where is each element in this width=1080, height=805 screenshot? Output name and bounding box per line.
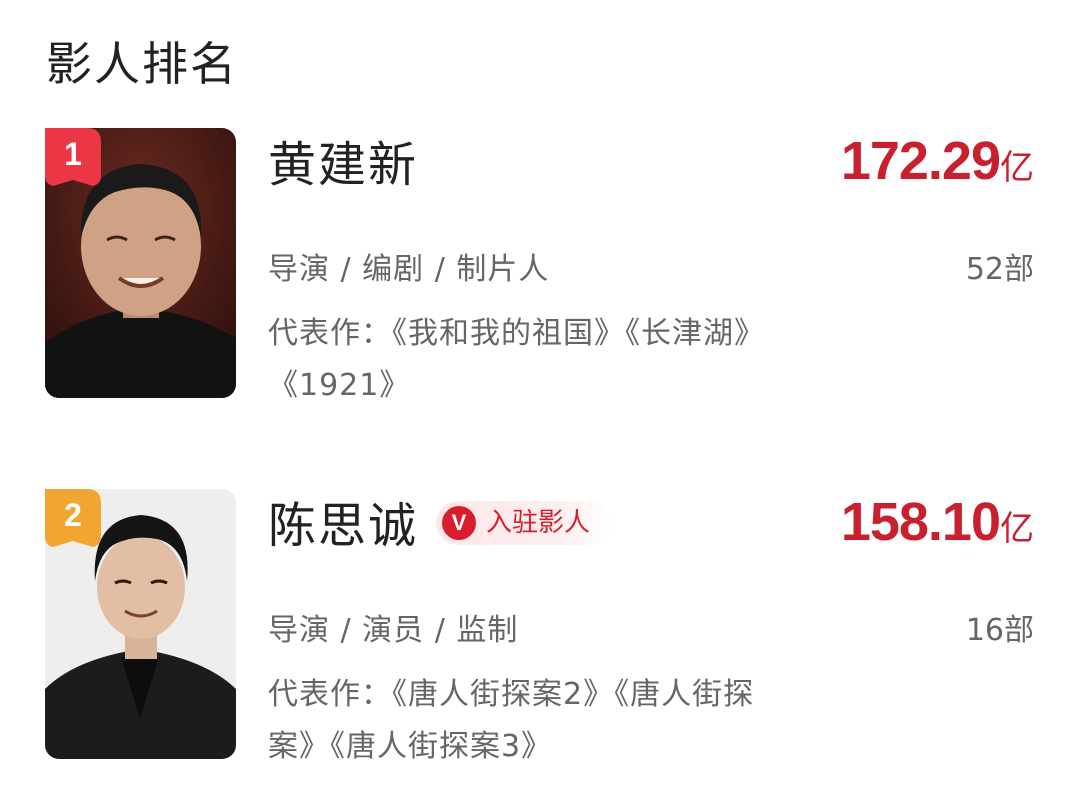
person-roles: 导演 / 演员 / 监制 — [268, 613, 519, 648]
section-title: 影人排名 — [46, 37, 238, 91]
box-office-unit: 亿 — [1000, 148, 1034, 188]
representative-works: 代表作：《我和我的祖国》《长津湖》 《1921》 — [268, 308, 878, 412]
film-count: 52部 — [965, 252, 1034, 287]
works-line: 代表作：《我和我的祖国》《长津湖》 — [268, 316, 765, 351]
person-name[interactable]: 陈思诚 — [268, 495, 418, 557]
rank-badge: 2 — [45, 489, 101, 549]
verified-badge[interactable]: V 入驻影人 — [436, 501, 613, 545]
box-office-unit: 亿 — [1000, 509, 1034, 549]
verified-icon: V — [442, 506, 476, 540]
box-office: 172.29亿 — [841, 130, 1034, 205]
person-name[interactable]: 黄建新 — [268, 134, 418, 196]
person-card[interactable]: 2 陈思诚 V 入驻影人 158.10亿 导演 / 演员 / 监制 16部 代表… — [0, 489, 1080, 764]
works-line: 代表作：《唐人街探案2》《唐人街探 — [268, 677, 755, 712]
box-office-value: 172.29 — [840, 131, 1001, 191]
box-office-value: 158.10 — [840, 492, 1001, 552]
representative-works: 代表作：《唐人街探案2》《唐人街探 案》《唐人街探案3》 — [268, 669, 878, 773]
rank-number: 1 — [64, 136, 82, 172]
works-line: 《1921》 — [268, 368, 411, 403]
works-line: 案》《唐人街探案3》 — [268, 729, 553, 764]
rank-number: 2 — [64, 497, 82, 533]
person-card[interactable]: 1 黄建新 172.29亿 导演 / 编剧 / 制片人 52部 代表作：《我和我… — [0, 128, 1080, 403]
film-count: 16部 — [965, 613, 1034, 648]
person-roles: 导演 / 编剧 / 制片人 — [268, 252, 550, 287]
verified-label: 入驻影人 — [486, 508, 591, 538]
rank-badge: 1 — [45, 128, 101, 188]
box-office: 158.10亿 — [841, 491, 1034, 566]
